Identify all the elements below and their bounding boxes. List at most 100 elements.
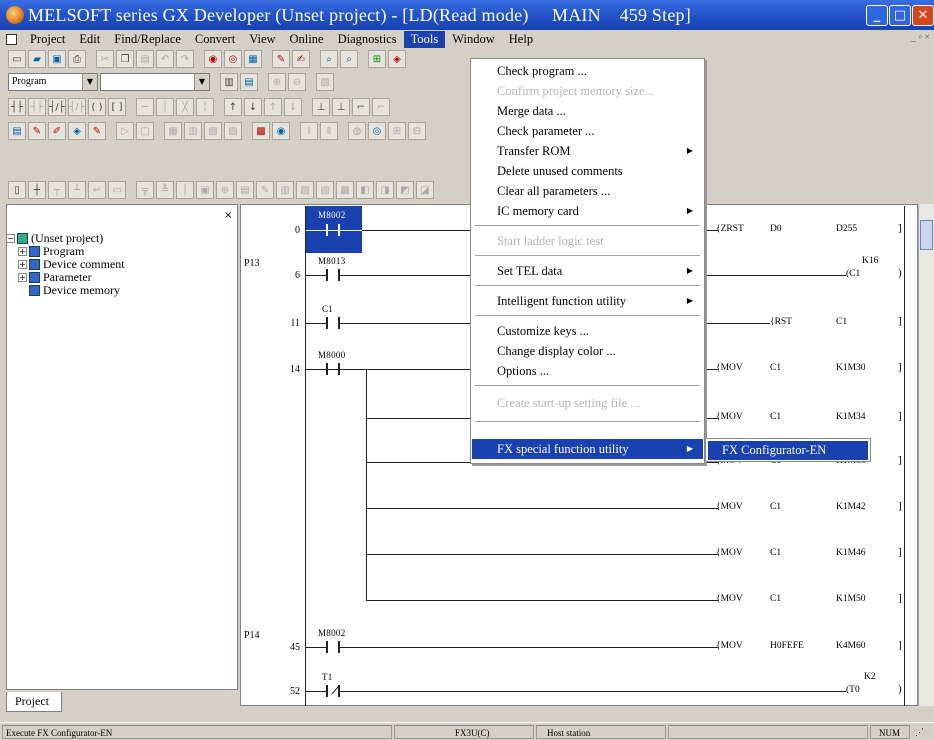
sfc-jump-icon[interactable]: ↵ xyxy=(88,181,106,199)
zoom-out-icon[interactable]: ⊖ xyxy=(288,73,306,91)
maximize-button[interactable]: □ xyxy=(889,5,911,26)
open-contact[interactable] xyxy=(326,269,340,281)
force-off-icon[interactable]: Ⅱ xyxy=(320,122,338,140)
menu-item-fx-special-function[interactable]: FX special function utility ▶ xyxy=(472,439,703,459)
plc-read-icon[interactable]: ◉ xyxy=(204,50,222,68)
paste-icon[interactable]: ▤ xyxy=(136,50,154,68)
document-icon[interactable] xyxy=(6,33,17,45)
menu-item-display-color[interactable]: Change display color ... xyxy=(472,341,703,361)
sfc-note-icon[interactable]: ▥ xyxy=(276,181,294,199)
find-instruction-icon[interactable]: ⌕ xyxy=(340,50,358,68)
menu-online[interactable]: Online xyxy=(283,31,331,48)
remote-operation-icon[interactable]: ◎ xyxy=(368,122,386,140)
redo-icon[interactable]: ↷ xyxy=(176,50,194,68)
copy-icon[interactable]: ❐ xyxy=(116,50,134,68)
parallel-open-contact-icon[interactable]: ┤├ xyxy=(28,98,46,116)
menu-tools[interactable]: Tools xyxy=(403,30,446,48)
menu-convert[interactable]: Convert xyxy=(188,31,242,48)
menu-item-check-program[interactable]: Check program ... xyxy=(472,61,703,81)
statement-icon[interactable]: ✍ xyxy=(292,50,310,68)
ladder-view-icon[interactable]: ▥ xyxy=(220,73,238,91)
mdi-controls[interactable]: _ ▫ × xyxy=(911,32,930,43)
start-monitor-icon[interactable]: ▷ xyxy=(116,122,134,140)
coil-icon[interactable]: ( ) xyxy=(88,98,106,116)
open-contact[interactable] xyxy=(326,641,340,653)
vertical-scrollbar[interactable] xyxy=(918,204,934,706)
find-device-icon[interactable]: ⌕ xyxy=(320,50,338,68)
monitor-write-icon[interactable]: ✎ xyxy=(88,122,106,140)
monitor-mode-icon[interactable]: ◈ xyxy=(68,122,86,140)
open-contact[interactable] xyxy=(326,317,340,329)
menu-project[interactable]: Project xyxy=(23,31,72,48)
sfc-list-icon[interactable]: ▤ xyxy=(236,181,254,199)
tab-project[interactable]: Project xyxy=(6,692,62,712)
buffer-icon[interactable]: ▧ xyxy=(204,122,222,140)
force-on-icon[interactable]: Ⅰ xyxy=(300,122,318,140)
draw-line-icon[interactable]: ⌐ xyxy=(352,98,370,116)
program-select[interactable]: ▼ xyxy=(100,73,210,91)
collapse-icon[interactable]: − xyxy=(6,234,15,243)
sfc-extra6-icon[interactable]: ◩ xyxy=(396,181,414,199)
operation-result-icon[interactable]: ⊥ xyxy=(332,98,350,116)
invert-icon[interactable]: ⊥ xyxy=(312,98,330,116)
sfc-extra2-icon[interactable]: ▨ xyxy=(316,181,334,199)
menu-find-replace[interactable]: Find/Replace xyxy=(107,31,188,48)
device-batch-icon[interactable]: ▦ xyxy=(164,122,182,140)
write-mode-icon[interactable]: ✎ xyxy=(28,122,46,140)
sfc-parallel-icon[interactable]: ╦ xyxy=(136,181,154,199)
menu-item-clear-parameters[interactable]: Clear all parameters ... xyxy=(472,181,703,201)
monitor-icon[interactable]: ▦ xyxy=(244,50,262,68)
expand-icon[interactable]: + xyxy=(18,247,27,256)
close-button[interactable]: ✕ xyxy=(912,5,934,26)
zoom-in-icon[interactable]: ⊕ xyxy=(268,73,286,91)
open-contact-icon[interactable]: ┤├ xyxy=(8,98,26,116)
menu-item-options[interactable]: Options ... xyxy=(472,361,703,381)
erase-line-icon[interactable]: ⌐ xyxy=(372,98,390,116)
sfc-comment-icon[interactable]: ✎ xyxy=(256,181,274,199)
open-project-icon[interactable]: ▰ xyxy=(28,50,46,68)
instruction-icon[interactable]: [ ] xyxy=(108,98,126,116)
sfc-block-icon[interactable]: ▣ xyxy=(196,181,214,199)
expand-icon[interactable]: + xyxy=(18,273,27,282)
sfc-extra4-icon[interactable]: ◧ xyxy=(356,181,374,199)
close-icon[interactable]: × xyxy=(224,210,232,221)
device-list-icon[interactable]: ▤ xyxy=(8,122,26,140)
sfc-merge-icon[interactable]: ┴ xyxy=(68,181,86,199)
stop-monitor-icon[interactable]: □ xyxy=(136,122,154,140)
parallel-rising-icon[interactable]: ↑ xyxy=(264,98,282,116)
menu-item-merge-data[interactable]: Merge data ... xyxy=(472,101,703,121)
menu-diagnostics[interactable]: Diagnostics xyxy=(331,31,404,48)
sfc-extra7-icon[interactable]: ◪ xyxy=(416,181,434,199)
menu-item-customize-keys[interactable]: Customize keys ... xyxy=(472,321,703,341)
plc-write-icon[interactable]: ◎ xyxy=(224,50,242,68)
sfc-transition-icon[interactable]: ┼ xyxy=(28,181,46,199)
entry-data-icon[interactable]: ▥ xyxy=(184,122,202,140)
sfc-end-icon[interactable]: ▭ xyxy=(108,181,126,199)
mode-select[interactable]: Program ▼ xyxy=(8,73,98,91)
delete-line-icon[interactable]: ╳ xyxy=(176,98,194,116)
parallel-closed-contact-icon[interactable]: ┤/├ xyxy=(68,98,86,116)
tree-item-device-memory[interactable]: Device memory xyxy=(6,284,125,297)
undo-icon[interactable]: ↶ xyxy=(156,50,174,68)
menu-help[interactable]: Help xyxy=(502,31,540,48)
sfc-extra-icon[interactable]: ▧ xyxy=(296,181,314,199)
closed-contact-icon[interactable]: ┤/├ xyxy=(48,98,66,116)
minimize-button[interactable]: _ xyxy=(866,5,888,26)
vertical-line-icon[interactable]: │ xyxy=(156,98,174,116)
menu-item-set-tel-data[interactable]: Set TEL data ▶ xyxy=(472,261,703,281)
print-icon[interactable]: ⎙ xyxy=(68,50,86,68)
list-view-icon[interactable]: ▤ xyxy=(240,73,258,91)
horizontal-line-icon[interactable]: ─ xyxy=(136,98,154,116)
read-mode-icon[interactable]: ✐ xyxy=(48,122,66,140)
save-icon[interactable]: ▣ xyxy=(48,50,66,68)
menu-window[interactable]: Window xyxy=(445,31,502,48)
cut-icon[interactable]: ✂ xyxy=(96,50,114,68)
sfc-extra5-icon[interactable]: ◨ xyxy=(376,181,394,199)
falling-pulse-icon[interactable]: ↓ xyxy=(244,98,262,116)
sfc-zoom-icon[interactable]: ⊕ xyxy=(216,181,234,199)
menu-item-intelligent-function[interactable]: Intelligent function utility ▶ xyxy=(472,291,703,311)
delete-vline-icon[interactable]: ╎ xyxy=(196,98,214,116)
device-test-icon[interactable]: ▨ xyxy=(224,122,242,140)
sfc-line-icon[interactable]: │ xyxy=(176,181,194,199)
menu-item-ic-memory-card[interactable]: IC memory card ▶ xyxy=(472,201,703,221)
